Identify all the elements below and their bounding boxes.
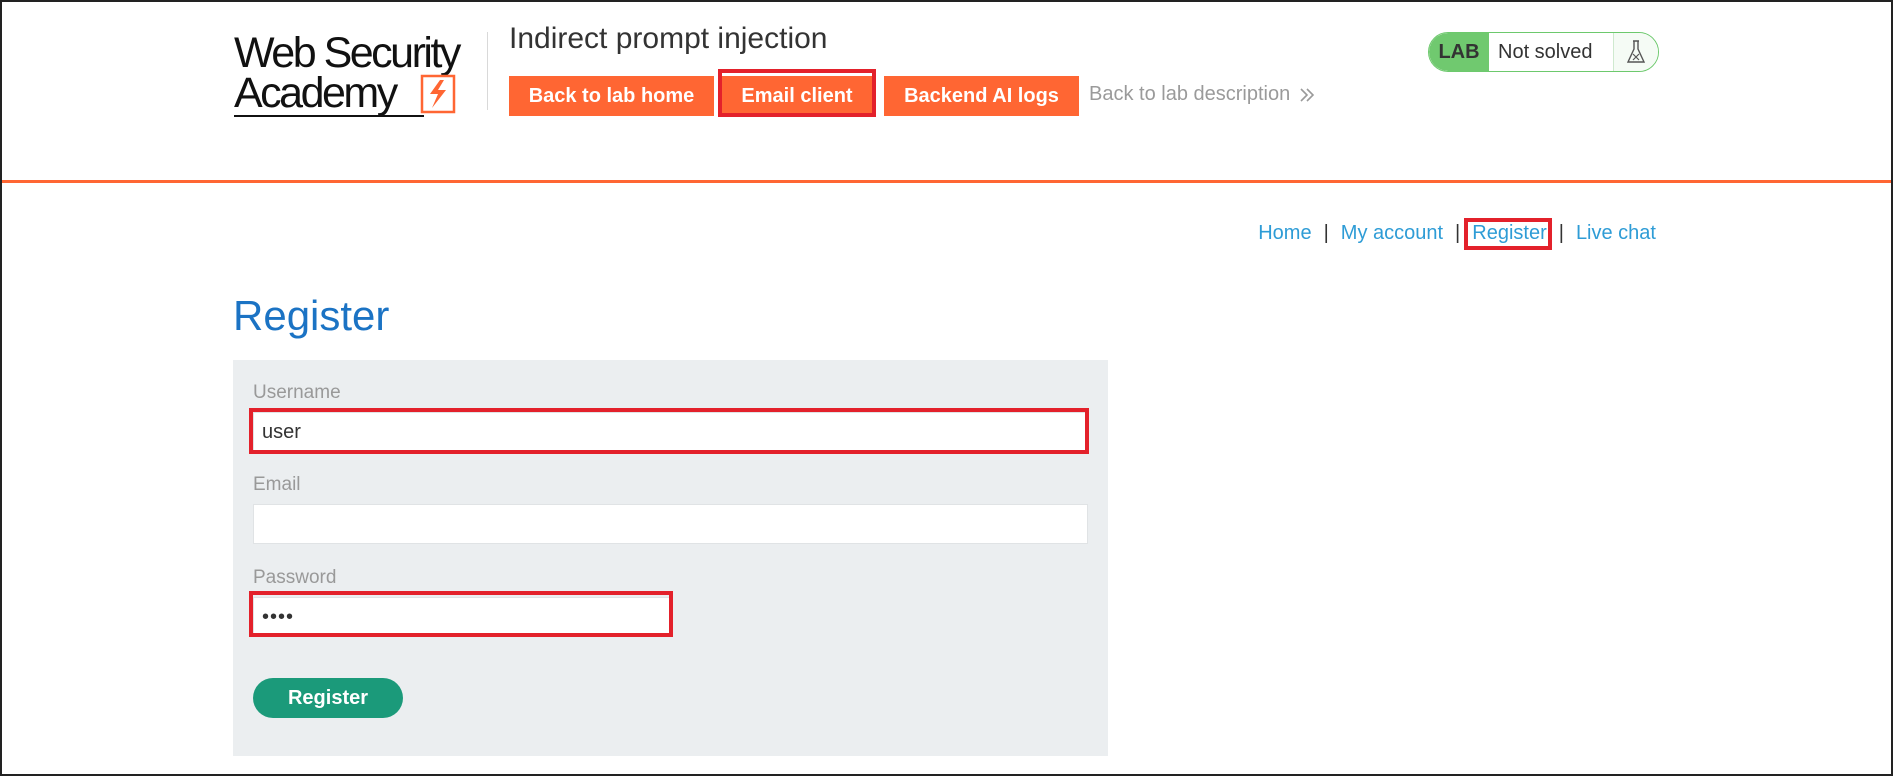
password-label: Password: [253, 567, 337, 588]
double-chevron-right-icon: [1300, 87, 1315, 102]
nav-register-link[interactable]: Register: [1472, 222, 1546, 245]
page-title: Register: [233, 292, 390, 339]
lab-flask-button[interactable]: [1614, 33, 1658, 71]
lab-badge: LAB: [1429, 33, 1489, 71]
lab-title: Indirect prompt injection: [509, 22, 828, 55]
account-nav: Home | My account | Register | Live chat: [1258, 222, 1656, 245]
nav-live-chat-link[interactable]: Live chat: [1576, 222, 1656, 245]
logo-underline: [234, 115, 424, 117]
nav-home-link[interactable]: Home: [1258, 222, 1311, 245]
lab-status-text: Not solved: [1489, 33, 1614, 71]
email-client-button[interactable]: Email client: [722, 76, 872, 116]
back-to-lab-description-link[interactable]: Back to lab description: [1089, 83, 1316, 106]
nav-separator: |: [1323, 222, 1329, 244]
register-submit-button[interactable]: Register: [253, 678, 403, 718]
email-label: Email: [253, 474, 301, 495]
email-input[interactable]: [253, 504, 1088, 544]
username-label: Username: [253, 382, 341, 403]
web-security-academy-logo[interactable]: Web Security Academy: [234, 30, 486, 122]
header-divider: [487, 32, 488, 110]
nav-my-account-link[interactable]: My account: [1341, 222, 1443, 245]
nav-separator: |: [1558, 222, 1564, 244]
password-input[interactable]: ••••: [253, 597, 673, 637]
register-form: Username user Email Password •••• Regist…: [233, 360, 1108, 756]
nav-separator: |: [1455, 222, 1461, 244]
backend-ai-logs-button[interactable]: Backend AI logs: [884, 76, 1079, 116]
logo-text-line2: Academy: [234, 69, 398, 117]
back-to-lab-description-label: Back to lab description: [1089, 83, 1291, 105]
lightning-icon: [420, 74, 456, 114]
flask-icon: [1626, 40, 1646, 63]
lab-status-widget: LAB Not solved: [1428, 32, 1659, 72]
username-input[interactable]: user: [253, 412, 1088, 452]
page-frame: Web Security Academy Indirect prompt inj…: [0, 0, 1893, 776]
back-to-lab-home-button[interactable]: Back to lab home: [509, 76, 714, 116]
lab-header: Web Security Academy Indirect prompt inj…: [2, 2, 1891, 183]
